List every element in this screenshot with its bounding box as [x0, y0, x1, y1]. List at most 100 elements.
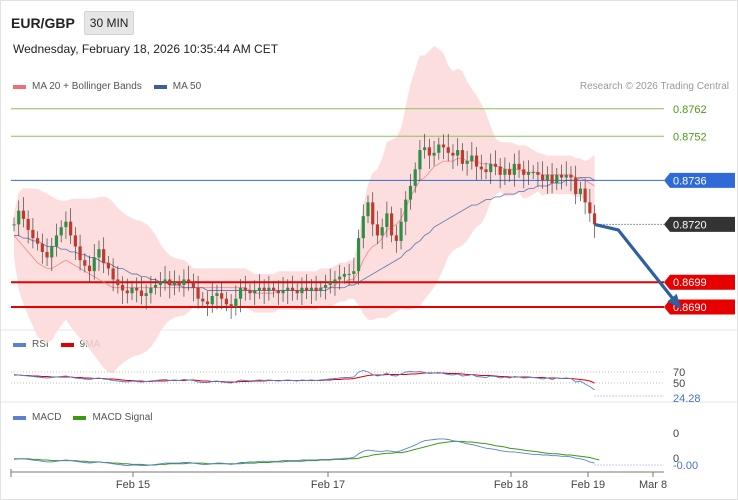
- x-tick-label: Feb 19: [571, 479, 605, 491]
- candle-body: [295, 290, 299, 294]
- candle-body: [64, 221, 68, 228]
- candle-body: [191, 282, 195, 288]
- candle-body: [512, 163, 516, 175]
- candle-body: [314, 287, 318, 291]
- candle-body: [116, 279, 120, 285]
- candle-body: [423, 147, 427, 151]
- candle-body: [262, 287, 266, 291]
- candle-body: [470, 155, 474, 162]
- candle-body: [87, 265, 92, 272]
- level-label: 0.8720: [673, 219, 707, 231]
- candle-body: [559, 174, 564, 178]
- candle-body: [328, 282, 332, 285]
- candle-body: [342, 273, 346, 277]
- candle-body: [427, 147, 431, 156]
- candle-body: [479, 166, 483, 170]
- candle-body: [276, 290, 280, 294]
- candle-body: [111, 268, 115, 280]
- candle-body: [290, 287, 295, 291]
- candle-body: [564, 174, 568, 178]
- candle-body: [210, 295, 214, 305]
- candle-body: [323, 284, 328, 288]
- candle-body: [413, 169, 417, 186]
- rsi-line: [13, 370, 595, 391]
- candle-body: [474, 155, 479, 167]
- bollinger-band: [14, 46, 595, 374]
- candle-body: [196, 287, 200, 299]
- candle-body: [498, 166, 502, 175]
- candle-body: [375, 224, 380, 236]
- candle-body: [390, 213, 394, 236]
- candle-body: [550, 174, 554, 184]
- candle-body: [465, 161, 469, 164]
- candle-body: [526, 172, 531, 175]
- candle-body: [125, 290, 129, 294]
- candle-body: [234, 298, 238, 307]
- candle-body: [106, 262, 110, 269]
- candle-body: [248, 290, 252, 294]
- candle-body: [139, 290, 144, 296]
- candle-body: [120, 284, 125, 291]
- candle-body: [149, 287, 153, 294]
- level-label: 0.8762: [673, 104, 707, 116]
- candle-body: [12, 224, 16, 226]
- candle-body: [78, 246, 82, 261]
- candle-body: [583, 188, 587, 203]
- candle-body: [578, 188, 582, 195]
- price-chart-svg: 0.87620.87520.87360.87200.86990.86907050…: [1, 46, 737, 491]
- candle-body: [451, 152, 455, 156]
- candle-body: [456, 150, 460, 156]
- candle-body: [574, 177, 578, 195]
- candle-body: [432, 152, 436, 156]
- candle-body: [446, 147, 450, 153]
- candle-body: [135, 287, 139, 291]
- candle-body: [503, 169, 507, 175]
- macd-tick-label: 0: [673, 428, 679, 440]
- candle-body: [182, 279, 186, 285]
- candle-body: [489, 163, 493, 173]
- candle-body: [380, 227, 384, 236]
- candle-body: [531, 172, 535, 174]
- candle-body: [555, 174, 559, 184]
- candle-body: [257, 287, 262, 291]
- candle-body: [69, 221, 73, 236]
- candle-body: [59, 227, 63, 236]
- candle-body: [31, 229, 35, 239]
- candle-body: [201, 298, 205, 302]
- candle-body: [224, 298, 228, 305]
- candle-body: [305, 287, 309, 291]
- x-tick-label: Feb 15: [116, 479, 150, 491]
- candle-body: [267, 287, 271, 291]
- candle-body: [177, 282, 181, 285]
- candle-body: [366, 202, 370, 217]
- candle-body: [361, 216, 365, 239]
- candle-body: [205, 301, 210, 305]
- candle-body: [347, 273, 351, 275]
- candle-body: [163, 279, 167, 283]
- candle-body: [352, 271, 356, 274]
- candle-body: [588, 202, 592, 214]
- candle-body: [187, 279, 191, 283]
- candle-body: [92, 257, 96, 272]
- candle-body: [300, 287, 304, 294]
- candle-body: [493, 163, 498, 167]
- candle-body: [522, 169, 526, 175]
- candle-body: [541, 174, 545, 181]
- x-tick-label: Feb 18: [494, 479, 528, 491]
- candle-body: [437, 144, 441, 153]
- candle-body: [309, 287, 313, 291]
- candle-body: [253, 290, 257, 294]
- candle-body: [158, 282, 162, 285]
- forecast-arrow: [594, 222, 681, 308]
- candle-body: [26, 218, 30, 230]
- candle-body: [238, 287, 243, 299]
- candle-body: [356, 238, 361, 272]
- candle-body: [97, 249, 101, 258]
- candle-body: [17, 210, 21, 225]
- candle-body: [536, 172, 540, 175]
- candle-body: [319, 287, 323, 291]
- candle-body: [54, 235, 59, 247]
- level-label: 0.8752: [673, 131, 707, 143]
- candle-body: [441, 144, 446, 148]
- candle-body: [418, 150, 422, 170]
